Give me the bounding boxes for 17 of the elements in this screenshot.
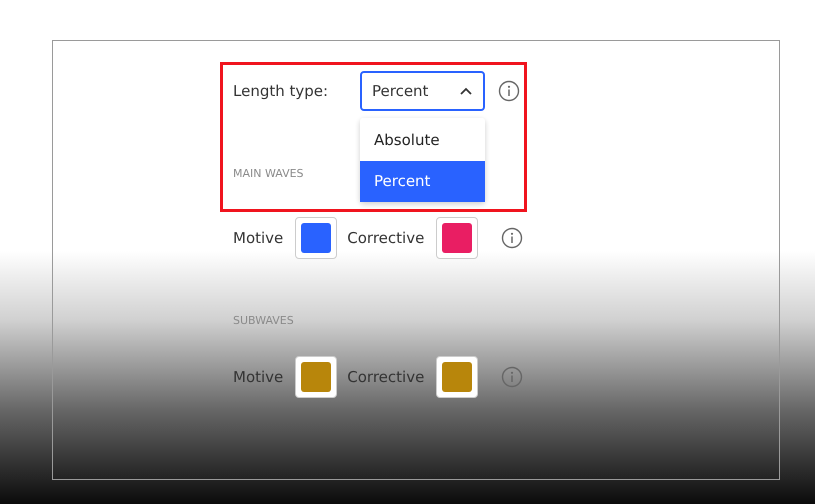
color-label: Corrective [347, 368, 424, 386]
length-type-label: Length type: [233, 82, 330, 100]
dropdown-option[interactable]: Absolute [360, 120, 485, 161]
section-title: SUBWAVES [233, 314, 295, 327]
section-title: MAIN WAVES [233, 167, 305, 180]
length-type-select[interactable]: Percent [360, 71, 485, 111]
color-swatch[interactable] [295, 217, 338, 259]
color-swatch[interactable] [295, 356, 338, 398]
dropdown-option[interactable]: Percent [360, 161, 485, 202]
info-icon[interactable] [498, 80, 520, 102]
color-label: Motive [233, 229, 284, 247]
caret-icon [459, 86, 473, 96]
color-swatch[interactable] [436, 217, 478, 259]
color-swatch[interactable] [436, 356, 478, 398]
info-icon[interactable] [501, 227, 524, 249]
color-label: Corrective [347, 229, 424, 247]
color-label: Motive [233, 368, 284, 386]
